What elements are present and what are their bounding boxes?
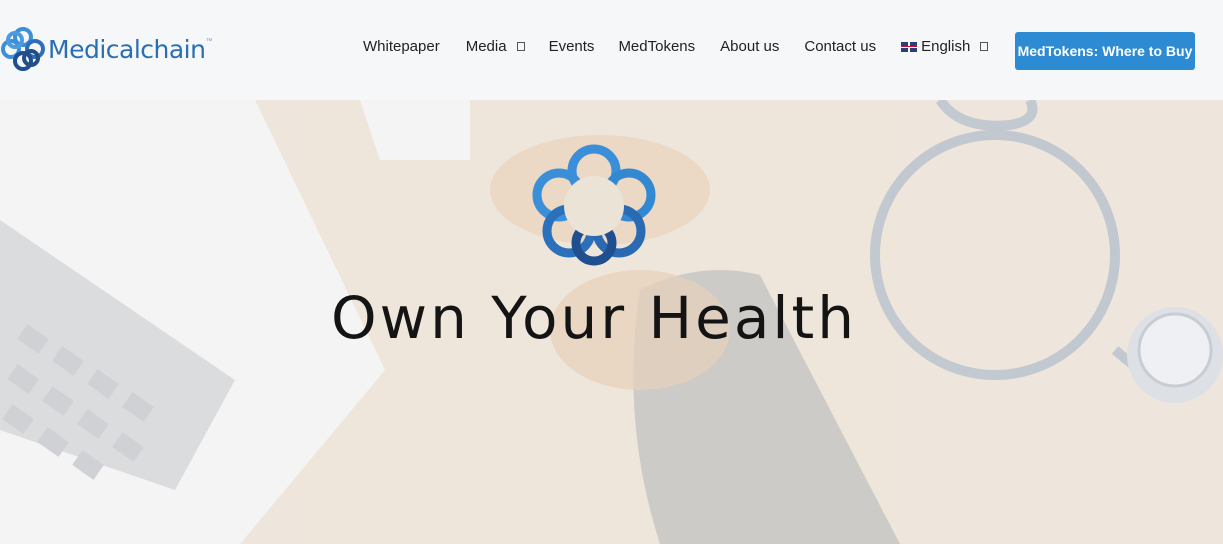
hero-section: Own Your Health [0,100,1223,544]
where-to-buy-button[interactable]: MedTokens: Where to Buy [1015,32,1195,70]
nav-media[interactable]: Media [466,38,525,55]
site-header: Medicalchain ™ Whitepaper Media Events M… [0,0,1223,100]
hero-title: Own Your Health [331,284,857,352]
chevron-down-icon [980,42,989,51]
nav-events[interactable]: Events [549,38,595,55]
nav-media-label: Media [465,38,507,55]
logo-trademark: ™ [205,37,213,45]
site-logo[interactable]: Medicalchain ™ [0,26,212,72]
uk-flag-icon [901,41,918,52]
nav-whitepaper[interactable]: Whitepaper [363,38,440,55]
logo-text: Medicalchain [48,34,206,64]
nav-contact-us[interactable]: Contact us [804,38,876,55]
language-label: English [921,38,971,55]
medicalchain-logo-icon [1,27,45,71]
nav-medtokens[interactable]: MedTokens [618,38,695,55]
language-selector[interactable]: English [901,38,989,55]
main-nav: Whitepaper Media Events MedTokens About … [363,38,989,55]
medicalchain-emblem-icon [532,144,656,266]
chevron-down-icon [516,42,525,51]
nav-about-us[interactable]: About us [720,38,779,55]
